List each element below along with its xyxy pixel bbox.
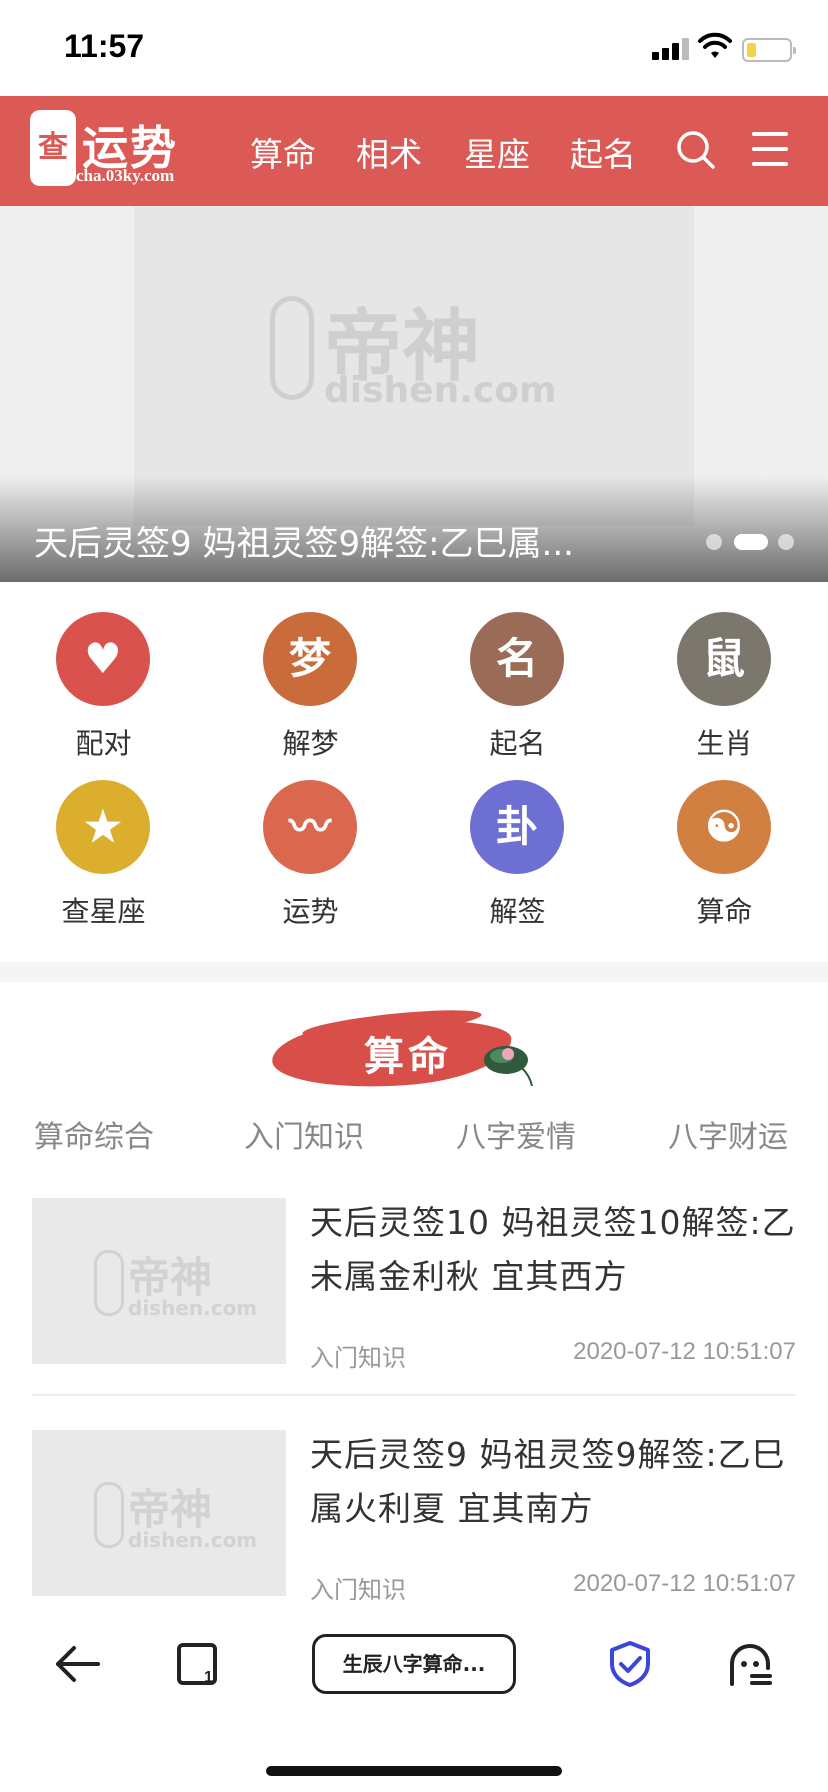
grid-item-chaxingzuo[interactable]: ★ 查星座 bbox=[0, 750, 207, 928]
banner-caption[interactable]: 天后灵签9 妈祖灵签9解签:乙巳属... bbox=[34, 516, 574, 565]
watermark-seal bbox=[270, 296, 314, 400]
svg-text:1: 1 bbox=[204, 1669, 213, 1686]
tab-bazi-caiyun[interactable]: 八字财运 bbox=[668, 1112, 788, 1156]
watermark-url: dishen.com bbox=[324, 370, 557, 411]
tab-bazi-aiqing[interactable]: 八字爱情 bbox=[456, 1112, 576, 1156]
tab-rumen-zhishi[interactable]: 入门知识 bbox=[244, 1112, 364, 1156]
watermark-url: dishen.com bbox=[128, 1528, 258, 1552]
watermark-url: dishen.com bbox=[128, 1296, 258, 1320]
carousel-dots bbox=[706, 530, 806, 550]
watermark-seal bbox=[94, 1250, 124, 1316]
section-tabs: 算命综合 入门知识 八字爱情 八字财运 bbox=[0, 1108, 828, 1158]
banner-carousel[interactable]: 帝神 dishen.com 天后灵签9 妈祖灵签9解签:乙巳属... bbox=[0, 206, 828, 582]
section-badge: 算命 bbox=[269, 1004, 552, 1096]
nav-item-qiming[interactable]: 起名 bbox=[570, 128, 636, 176]
article-category: 入门知识 bbox=[310, 1344, 406, 1372]
logo-seal: 查 bbox=[30, 110, 76, 186]
article-date: 2020-07-12 10:51:07 bbox=[573, 1570, 796, 1597]
status-time: 11:57 bbox=[64, 28, 145, 64]
grid-label: 运势 bbox=[282, 895, 339, 928]
status-bar: 11:57 bbox=[0, 0, 828, 96]
address-bar[interactable]: 生辰八字算命... bbox=[312, 1634, 516, 1694]
grid-item-shengxiao[interactable]: 鼠 生肖 bbox=[621, 582, 828, 760]
tabs-icon[interactable]: 1 bbox=[176, 1642, 220, 1686]
section-title: 算命 bbox=[364, 1033, 452, 1080]
wifi-icon bbox=[698, 32, 732, 58]
site-header: 查 运势 cha.03ky.com 算命 相术 星座 起名 bbox=[0, 96, 828, 206]
zodiac-rat-icon: 鼠 bbox=[677, 612, 771, 706]
site-logo[interactable]: 查 运势 cha.03ky.com bbox=[30, 110, 190, 192]
heart-pair-icon: ♥ bbox=[56, 612, 150, 706]
lotus-icon bbox=[484, 1046, 533, 1086]
browser-toolbar: 1 生辰八字算命... bbox=[0, 1600, 828, 1792]
article-date: 2020-07-12 10:51:07 bbox=[573, 1338, 796, 1365]
battery-icon bbox=[742, 38, 796, 62]
grid-item-peidui[interactable]: ♥ 配对 bbox=[0, 582, 207, 760]
grid-item-qiming[interactable]: 名 起名 bbox=[414, 582, 621, 760]
article-thumbnail: 帝神 dishen.com bbox=[32, 1198, 286, 1364]
shield-check-icon[interactable] bbox=[608, 1640, 652, 1688]
article-divider bbox=[32, 1394, 796, 1396]
lottery-stick-icon: 卦 bbox=[470, 780, 564, 874]
fortune-pulse-icon: 〰 bbox=[263, 780, 357, 874]
carousel-dot[interactable] bbox=[778, 534, 794, 550]
yin-yang-icon: ☯ bbox=[677, 780, 771, 874]
article-title[interactable]: 天后灵签9 妈祖灵签9解签:乙巳属火利夏 宜其南方 bbox=[310, 1428, 796, 1536]
section-separator bbox=[0, 962, 828, 982]
star-search-icon: ★ bbox=[56, 780, 150, 874]
signal-icon bbox=[652, 38, 690, 60]
grid-label: 算命 bbox=[696, 895, 753, 928]
nav-item-suanming[interactable]: 算命 bbox=[250, 128, 316, 176]
logo-url: cha.03ky.com bbox=[76, 166, 175, 185]
article-thumbnail: 帝神 dishen.com bbox=[32, 1430, 286, 1596]
nav-item-xiangshu[interactable]: 相术 bbox=[356, 128, 422, 176]
menu-icon[interactable] bbox=[752, 132, 788, 166]
grid-label: 解签 bbox=[489, 895, 546, 928]
grid-item-jiemeng[interactable]: 梦 解梦 bbox=[207, 582, 414, 760]
dream-icon: 梦 bbox=[263, 612, 357, 706]
article-item[interactable]: 帝神 dishen.com 天后灵签10 妈祖灵签10解签:乙未属金利秋 宜其西… bbox=[32, 1198, 796, 1398]
article-title[interactable]: 天后灵签10 妈祖灵签10解签:乙未属金利秋 宜其西方 bbox=[310, 1196, 796, 1304]
grid-item-jieqian[interactable]: 卦 解签 bbox=[414, 750, 621, 928]
back-arrow-icon[interactable] bbox=[54, 1644, 102, 1684]
category-grid: ♥ 配对 梦 解梦 名 起名 鼠 生肖 ★ 查星座 〰 运势 卦 解签 ☯ 算命 bbox=[0, 582, 828, 962]
naming-icon: 名 bbox=[470, 612, 564, 706]
nav-item-xingzuo[interactable]: 星座 bbox=[464, 128, 530, 176]
tab-suanming-zonghe[interactable]: 算命综合 bbox=[34, 1112, 154, 1156]
grid-label: 查星座 bbox=[61, 895, 146, 928]
watermark-seal bbox=[94, 1482, 124, 1548]
search-icon[interactable] bbox=[676, 130, 716, 170]
home-indicator[interactable] bbox=[266, 1766, 562, 1776]
grid-item-yunshi[interactable]: 〰 运势 bbox=[207, 750, 414, 928]
carousel-dot-active[interactable] bbox=[734, 534, 768, 550]
carousel-dot[interactable] bbox=[706, 534, 722, 550]
grid-item-suanming[interactable]: ☯ 算命 bbox=[621, 750, 828, 928]
ghost-menu-icon[interactable] bbox=[728, 1642, 772, 1686]
